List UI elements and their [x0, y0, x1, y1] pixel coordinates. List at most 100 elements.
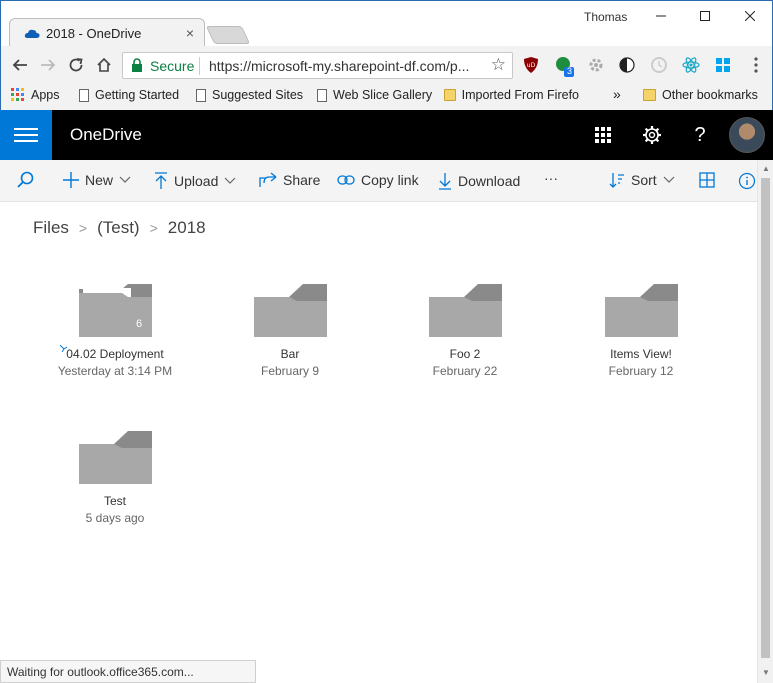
upload-label: Upload [174, 173, 219, 189]
scroll-down-arrow-icon[interactable]: ▼ [762, 668, 770, 677]
folder-date: February 9 [260, 364, 320, 378]
folder-name: Bar [280, 347, 300, 361]
bookmark-label: Other bookmarks [662, 88, 758, 102]
browser-title-bar: 2018 - OneDrive × Thomas [0, 0, 773, 48]
grid-dots-icon [595, 127, 611, 143]
bookmark-label: Getting Started [95, 88, 180, 102]
gear-icon [643, 126, 661, 144]
address-bar[interactable]: Secure https://microsoft-my.sharepoint-d… [122, 52, 513, 79]
settings-button[interactable] [640, 123, 664, 147]
minimize-button[interactable] [638, 5, 684, 29]
bookmark-label: Web Slice Gallery [333, 88, 433, 102]
vertical-scrollbar[interactable]: ▲ ▼ [757, 160, 773, 683]
more-commands-button[interactable]: ··· [544, 170, 558, 186]
bookmark-imported-from-firefox[interactable]: Imported From Firefo [444, 88, 579, 102]
breadcrumb-separator: > [149, 220, 158, 236]
chevron-down-icon [224, 177, 236, 184]
copy-link-button[interactable]: Copy link [337, 172, 419, 188]
onedrive-cloud-icon [24, 27, 40, 42]
browser-menu-icon[interactable] [747, 56, 765, 74]
secure-label: Secure [150, 58, 195, 74]
folder-date: Yesterday at 3:14 PM [57, 364, 173, 378]
new-label: New [85, 172, 114, 188]
bookmark-label: Apps [31, 88, 60, 102]
folder-date: February 12 [608, 364, 674, 378]
folder-name: Foo 2 [449, 347, 481, 361]
app-grid-button[interactable] [591, 123, 615, 147]
bookmark-web-slice-gallery[interactable]: Web Slice Gallery [317, 88, 432, 102]
new-button[interactable]: New [63, 172, 131, 188]
chat-extension-icon[interactable]: 3 [554, 56, 574, 77]
share-button[interactable]: Share [259, 172, 320, 188]
folder-tile[interactable]: 6 04.02 Deployment Yesterday at 3:14 PM [40, 283, 190, 378]
app-launcher-button[interactable] [0, 110, 52, 160]
url-text[interactable]: https://microsoft-my.sharepoint-df.com/p… [209, 58, 477, 74]
bookmark-apps[interactable]: Apps [11, 88, 60, 102]
contrast-extension-icon[interactable] [618, 56, 636, 74]
download-label: Download [458, 173, 521, 189]
bookmark-star-icon[interactable]: ☆ [491, 55, 506, 75]
page-icon [196, 88, 206, 102]
tab-close-icon[interactable]: × [186, 25, 194, 41]
browser-tab-active[interactable]: 2018 - OneDrive × [9, 18, 205, 48]
address-divider [199, 57, 200, 75]
tiles-view-icon [699, 172, 715, 188]
scroll-up-arrow-icon[interactable]: ▲ [762, 164, 770, 173]
bookmark-label: Imported From Firefo [461, 88, 579, 102]
link-icon [337, 175, 355, 185]
help-button[interactable]: ? [688, 123, 712, 147]
home-button[interactable] [92, 53, 116, 77]
breadcrumb-separator: > [78, 220, 88, 236]
bookmark-label: Suggested Sites [212, 88, 304, 102]
breadcrumb-current-folder: 2018 [167, 218, 206, 237]
search-button[interactable] [17, 171, 35, 189]
folder-tile[interactable]: Foo 2 February 22 [390, 283, 540, 378]
sort-button[interactable]: Sort [609, 172, 675, 188]
scrollbar-thumb[interactable] [761, 178, 770, 658]
folder-date: February 22 [432, 364, 498, 378]
folder-tile[interactable]: Bar February 9 [215, 283, 365, 378]
browser-profile-name[interactable]: Thomas [584, 10, 627, 24]
back-button[interactable] [8, 53, 32, 77]
new-tab-button[interactable] [205, 26, 251, 44]
bookmark-getting-started[interactable]: Getting Started [79, 88, 179, 102]
lock-icon [131, 58, 143, 75]
folder-date: 5 days ago [85, 511, 145, 525]
download-button[interactable]: Download [438, 172, 520, 190]
ublock-extension-icon[interactable]: uD [522, 56, 540, 74]
extension-badge: 3 [567, 66, 573, 76]
view-switcher-button[interactable] [699, 172, 715, 188]
minimize-icon [656, 15, 666, 17]
folder-item-count: 6 [136, 318, 143, 330]
browser-status-bar: Waiting for outlook.office365.com... [0, 660, 256, 683]
upload-button[interactable]: Upload [154, 172, 236, 190]
svg-text:uD: uD [527, 62, 536, 69]
forward-button[interactable] [36, 53, 60, 77]
bookmark-other-bookmarks[interactable]: Other bookmarks [643, 88, 758, 102]
reload-button[interactable] [64, 53, 88, 77]
maximize-button[interactable] [682, 5, 728, 29]
clock-extension-icon[interactable] [650, 56, 668, 74]
breadcrumb-test[interactable]: (Test) [97, 218, 140, 238]
plus-icon [63, 172, 79, 188]
bookmarks-overflow-button[interactable]: » [613, 86, 621, 102]
page-icon [317, 88, 327, 102]
folder-tile[interactable]: Test 5 days ago [40, 430, 190, 525]
bookmark-suggested-sites[interactable]: Suggested Sites [196, 88, 303, 102]
folder-icon [604, 284, 678, 337]
question-mark-icon: ? [694, 123, 706, 146]
folder-icon [428, 284, 502, 337]
folder-icon [253, 284, 327, 337]
close-window-button[interactable] [727, 5, 773, 29]
details-pane-button[interactable] [738, 172, 756, 190]
windows-extension-icon[interactable] [714, 56, 732, 74]
close-icon [744, 10, 756, 22]
folder-tile[interactable]: Items View! February 12 [566, 283, 716, 378]
react-devtools-icon[interactable] [682, 56, 700, 74]
settings-extension-icon[interactable] [587, 56, 605, 74]
browser-toolbar: Secure https://microsoft-my.sharepoint-d… [0, 46, 773, 84]
user-avatar[interactable] [729, 117, 765, 153]
breadcrumb-files[interactable]: Files [33, 218, 69, 238]
app-title[interactable]: OneDrive [70, 125, 142, 145]
home-icon [97, 57, 111, 72]
